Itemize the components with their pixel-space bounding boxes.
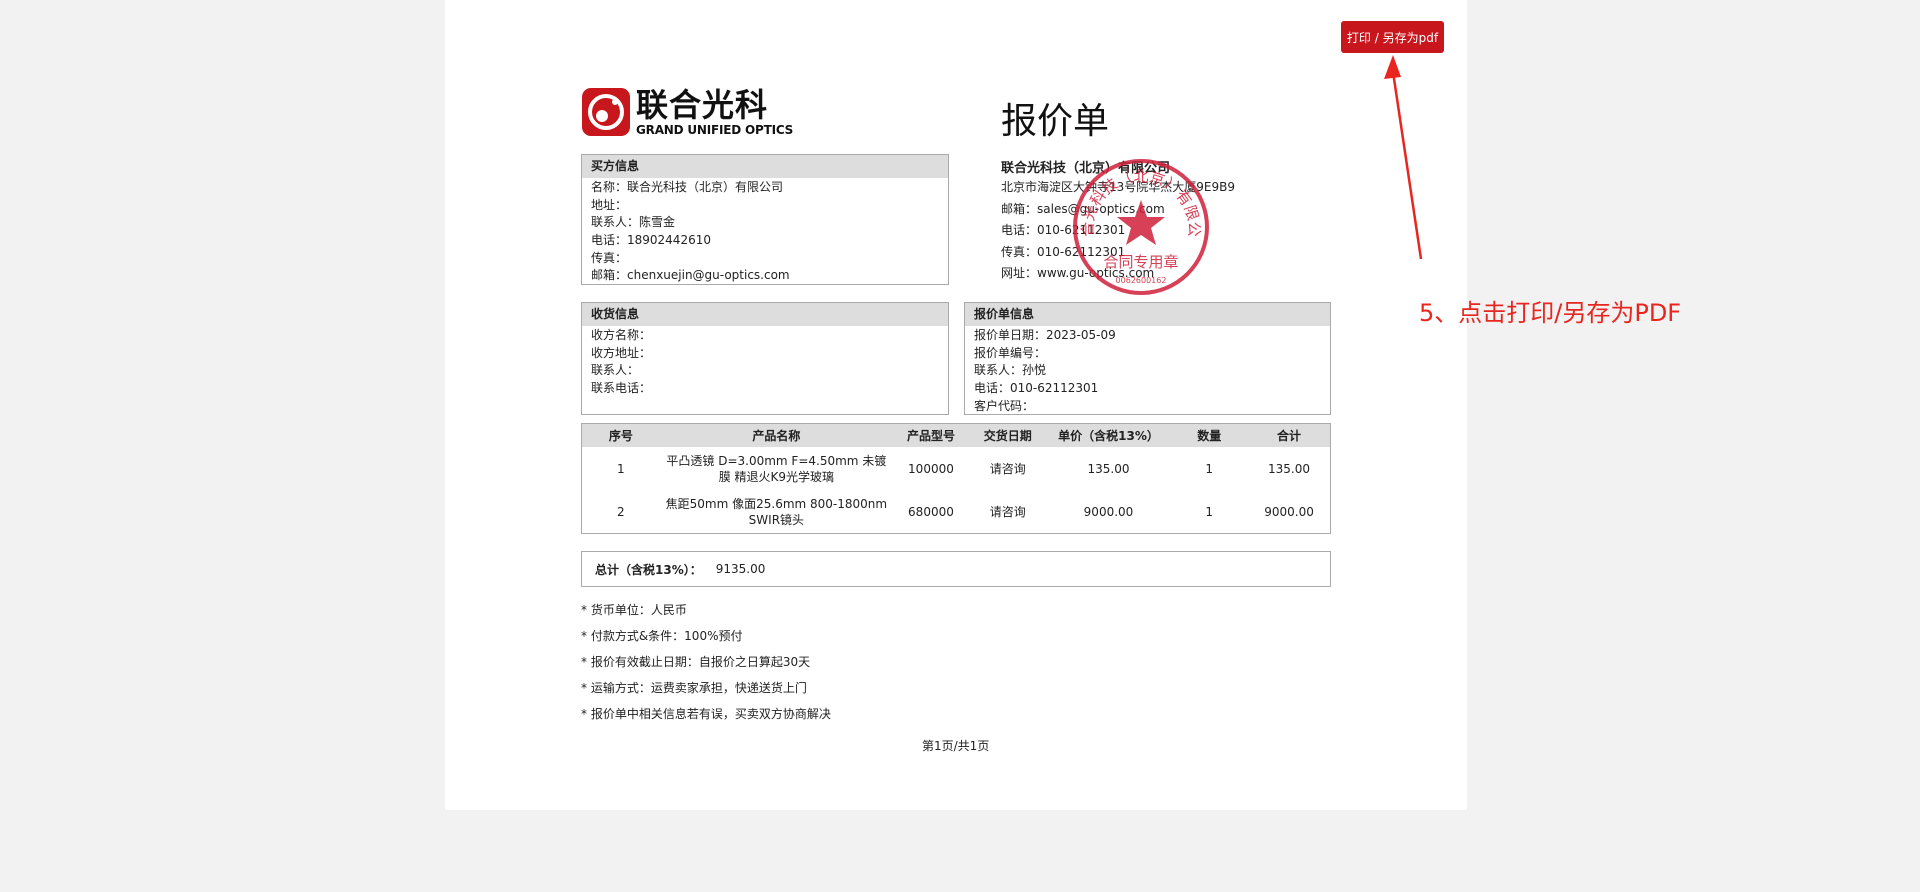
shipping-info-box: 收货信息 收方名称： 收方地址： 联系人： 联系电话： <box>581 302 949 415</box>
company-seal-stamp: 联合光科技（北京）有限公司 合同专用章 0062600162 <box>1069 155 1209 295</box>
print-save-pdf-button[interactable]: 打印 / 另存为pdf <box>1341 21 1444 53</box>
cell: 100000 <box>908 461 954 476</box>
items-table: 序号 产品名称 产品型号 交货日期 单价（含税13%） 数量 合计 1 平凸透镜… <box>581 423 1331 534</box>
seal-number: 0062600162 <box>1116 276 1167 285</box>
cell: 平凸透镜 D=3.00mm F=4.50mm 未镀膜 精退火K9光学玻璃 <box>666 453 887 484</box>
items-header-row: 序号 产品名称 产品型号 交货日期 单价（含税13%） 数量 合计 <box>581 423 1331 447</box>
cell: 2 <box>617 504 625 519</box>
logo-en: GRAND UNIFIED OPTICS <box>636 122 794 137</box>
col-header: 数量 <box>1170 423 1249 447</box>
shipping-row: 联系人： <box>591 363 640 378</box>
quote-info-row: 报价单编号： <box>974 345 1047 360</box>
cell: 9000.00 <box>1264 504 1314 519</box>
col-header: 单价（含税13%） <box>1046 423 1171 447</box>
scrollbar[interactable] <box>1913 0 1920 892</box>
page-indicator: 第1页/共1页 <box>922 739 990 753</box>
cell: 135.00 <box>1268 461 1311 476</box>
buyer-row: 联系人：陈雪金 <box>591 215 676 230</box>
buyer-row: 名称：联合光科技（北京）有限公司 <box>591 180 784 194</box>
quote-info-row: 电话：010-62112301 <box>974 381 1099 396</box>
cell: 1 <box>617 461 625 476</box>
buyer-info-box: 买方信息 名称：联合光科技（北京）有限公司 地址： 联系人：陈雪金 电话：189… <box>581 154 949 285</box>
annotation-text: 5、点击打印/另存为PDF <box>1419 299 1682 327</box>
cell: 9000.00 <box>1083 504 1134 519</box>
shipping-row: 联系电话： <box>591 381 652 396</box>
cell: 请咨询 <box>989 461 1026 476</box>
table-row: 1 平凸透镜 D=3.00mm F=4.50mm 未镀膜 精退火K9光学玻璃 1… <box>582 447 1331 490</box>
logo-cn: 联合光科 <box>636 85 769 124</box>
col-header: 交货日期 <box>968 423 1047 447</box>
buyer-row: 传真： <box>591 250 628 265</box>
quote-info-box: 报价单信息 报价单日期：2023-05-09 报价单编号： 联系人：孙悦 电话：… <box>964 302 1331 415</box>
cell: 680000 <box>908 504 954 519</box>
note-line: * 付款方式&条件：100%预付 <box>581 629 743 643</box>
quote-info-row: 联系人：孙悦 <box>974 363 1047 378</box>
total-box: 总计（含税13%）： 9135.00 <box>581 551 1331 587</box>
doc-title: 报价单 <box>1001 101 1110 142</box>
note-line: * 报价单中相关信息若有误，买卖双方协商解决 <box>581 707 831 721</box>
col-header: 合计 <box>1248 423 1331 447</box>
quote-info-row: 客户代码： <box>974 398 1035 413</box>
buyer-row: 地址： <box>591 197 628 212</box>
shipping-info-heading: 收货信息 <box>582 303 948 326</box>
cell: 焦距50mm 像面25.6mm 800-1800nm SWIR镜头 <box>665 496 888 527</box>
cell: 135.00 <box>1087 461 1130 476</box>
quote-info-row: 报价单日期：2023-05-09 <box>974 328 1116 342</box>
cell: 请咨询 <box>989 504 1026 519</box>
logo-lens-icon <box>582 88 630 136</box>
cell: 1 <box>1205 461 1214 476</box>
shipping-row: 收方名称： <box>591 328 652 342</box>
total-value: 9135.00 <box>715 562 766 576</box>
buyer-row: 电话：18902442610 <box>591 233 711 248</box>
table-row: 2 焦距50mm 像面25.6mm 800-1800nm SWIR镜头 6800… <box>582 490 1331 534</box>
cell: 1 <box>1205 504 1214 519</box>
quote-info-heading: 报价单信息 <box>965 303 1330 326</box>
terms-notes: * 货币单位：人民币 * 付款方式&条件：100%预付 * 报价有效截止日期：自… <box>581 600 831 730</box>
note-line: * 报价有效截止日期：自报价之日算起30天 <box>581 655 811 669</box>
seal-mid-text: 合同专用章 <box>1103 253 1178 271</box>
col-header: 产品名称 <box>659 423 894 447</box>
total-label: 总计（含税13%）： <box>595 562 702 577</box>
shipping-row: 收方地址： <box>591 345 652 360</box>
col-header: 产品型号 <box>893 423 969 447</box>
buyer-info-heading: 买方信息 <box>582 155 948 178</box>
col-header: 序号 <box>581 423 660 447</box>
note-line: * 运输方式：运费卖家承担，快递送货上门 <box>581 681 807 695</box>
note-line: * 货币单位：人民币 <box>581 603 687 617</box>
buyer-row: 邮箱：chenxuejin@gu-optics.com <box>591 268 790 283</box>
company-logo: 联合光科 GRAND UNIFIED OPTICS <box>582 88 793 136</box>
